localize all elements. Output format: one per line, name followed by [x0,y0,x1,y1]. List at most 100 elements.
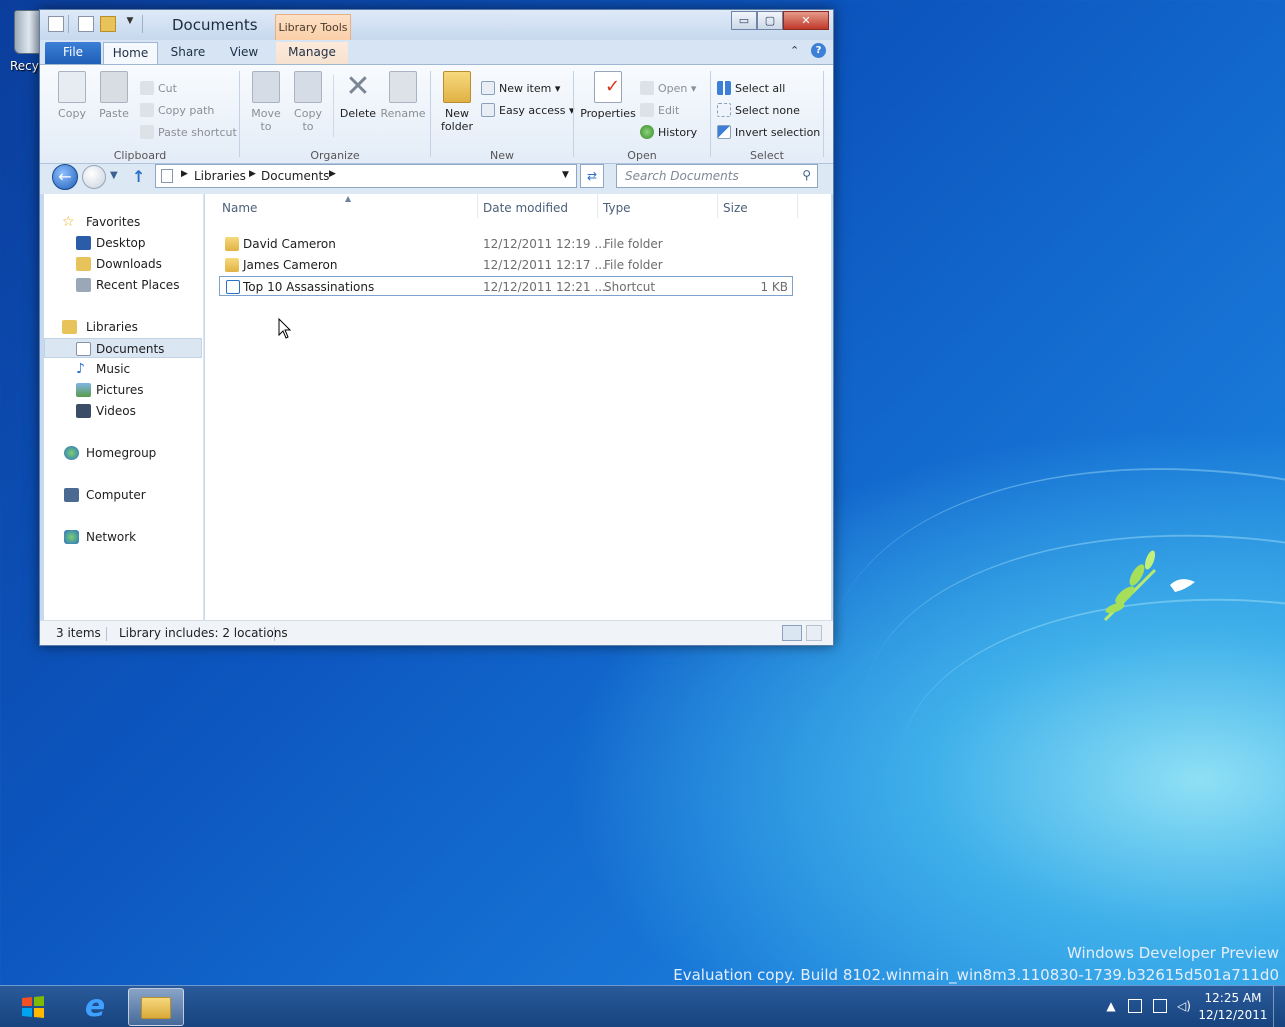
rename-button[interactable]: Rename [380,71,426,120]
customize-qat-icon[interactable]: ▼ [122,16,138,32]
open-icon [640,81,654,95]
paste-shortcut-label: Paste shortcut [158,126,237,139]
column-header-size[interactable]: Size [723,199,748,217]
new-folder-label: New folder [441,107,473,133]
tab-file[interactable]: File [45,42,101,64]
nav-desktop[interactable]: Desktop [44,233,202,253]
nav-computer[interactable]: Computer [44,485,202,505]
volume-icon[interactable]: ◁) [1177,999,1191,1013]
select-all-button[interactable]: Select all [717,80,785,98]
help-icon[interactable]: ? [811,43,826,58]
file-explorer-taskbar-button[interactable] [128,988,184,1026]
new-folder-qat-icon[interactable] [100,16,116,32]
edit-button[interactable]: Edit [640,102,679,120]
breadcrumb-libraries[interactable]: Libraries [194,169,246,183]
forward-button[interactable] [82,165,106,189]
ribbon-tabs: File Home Share View Manage ⌃ ? [40,40,833,64]
nav-favorites[interactable]: ☆ Favorites [44,212,202,232]
open-button[interactable]: Open ▾ [640,80,696,98]
documents-icon [76,342,91,356]
file-row[interactable]: David Cameron 12/12/2011 12:19 ... File … [219,234,793,254]
title-bar[interactable]: ▼ Documents Library Tools ▭ ▢ ✕ [40,10,833,40]
back-button[interactable]: ← [52,164,78,190]
delete-button[interactable]: ✕ Delete [338,71,378,121]
history-button[interactable]: History [640,124,697,142]
internet-explorer-taskbar-button[interactable]: e [72,988,120,1026]
nav-libraries[interactable]: Libraries [44,317,202,337]
minimize-button[interactable]: ▭ [731,11,757,30]
clipboard-group-label: Clipboard [113,149,167,162]
clock-date: 12/12/2011 [1198,1008,1268,1022]
action-center-flag-icon[interactable] [1128,999,1142,1013]
new-folder-button[interactable]: New folder [436,71,478,133]
nav-recent-places[interactable]: Recent Places [44,275,202,295]
tab-home[interactable]: Home [103,42,158,64]
file-row[interactable]: James Cameron 12/12/2011 12:17 ... File … [219,255,793,275]
file-explorer-icon [141,997,171,1019]
build-watermark: Windows Developer Preview Evaluation cop… [673,942,1279,986]
details-view-icon[interactable] [782,625,802,641]
easy-access-button[interactable]: Easy access ▾ [481,102,575,120]
nav-network[interactable]: Network [44,527,202,547]
nav-music[interactable]: ♪ Music [44,359,202,379]
nav-documents[interactable]: Documents [44,338,202,358]
start-button[interactable] [8,988,58,1026]
file-list: ▲ Name Date modified Type Size David Cam… [205,194,831,620]
up-arrow-icon[interactable]: ↑ [132,167,145,186]
nav-computer-label: Computer [86,488,146,502]
nav-pictures[interactable]: Pictures [44,380,202,400]
column-header-name[interactable]: Name [222,199,257,217]
minimize-ribbon-icon[interactable]: ⌃ [790,44,799,57]
nav-videos-label: Videos [96,404,136,418]
nav-favorites-label: Favorites [86,215,141,229]
copy-path-icon [140,103,154,117]
show-hidden-icons-icon[interactable]: ▲ [1104,999,1118,1013]
navigation-pane: ☆ Favorites Desktop Downloads Recent Plac… [44,194,204,620]
large-icons-view-icon[interactable] [806,625,822,641]
nav-homegroup[interactable]: Homegroup [44,443,202,463]
system-clock[interactable]: 12:25 AM 12/12/2011 [1198,990,1268,1024]
properties-qat-icon[interactable] [48,16,64,32]
libraries-icon [62,320,77,334]
new-item-qat-icon[interactable] [78,16,94,32]
tab-manage[interactable]: Manage [276,42,348,64]
network-icon [64,530,79,544]
network-tray-icon[interactable] [1153,999,1167,1013]
file-name: Top 10 Assassinations [243,280,375,294]
cut-button[interactable]: Cut [140,80,177,98]
address-bar[interactable]: ▶ Libraries ▶ Documents ▶ ▼ [155,164,577,188]
search-input[interactable]: Search Documents ⚲ [616,164,818,188]
column-header-type[interactable]: Type [603,199,631,217]
file-row[interactable]: Top 10 Assassinations 12/12/2011 12:21 .… [219,276,793,296]
windows-logo-icon [22,996,44,1018]
copy-to-button[interactable]: Copy to [288,71,328,133]
recent-locations-dropdown-icon[interactable]: ▼ [110,170,118,181]
refresh-button[interactable]: ⇄ [580,164,604,188]
copy-path-button[interactable]: Copy path [140,102,214,120]
copy-label: Copy [58,107,86,120]
new-item-button[interactable]: New item ▾ [481,80,560,98]
paste-shortcut-button[interactable]: Paste shortcut [140,124,237,142]
breadcrumb-chevron-icon[interactable]: ▶ [329,169,336,179]
maximize-button[interactable]: ▢ [757,11,783,30]
nav-desktop-label: Desktop [96,236,146,250]
tab-view[interactable]: View [220,42,268,64]
paste-button[interactable]: Paste [94,71,134,120]
tab-share[interactable]: Share [164,42,212,64]
show-desktop-button[interactable] [1273,986,1285,1027]
column-header-date[interactable]: Date modified [483,199,568,217]
address-dropdown-icon[interactable]: ▼ [562,170,569,180]
select-none-button[interactable]: Select none [717,102,800,120]
breadcrumb-chevron-icon[interactable]: ▶ [181,169,188,179]
invert-selection-button[interactable]: Invert selection [717,124,820,142]
close-button[interactable]: ✕ [783,11,829,30]
breadcrumb-documents[interactable]: Documents [261,169,329,183]
nav-downloads[interactable]: Downloads [44,254,202,274]
move-to-button[interactable]: Move to [246,71,286,133]
copy-button[interactable]: Copy [52,71,92,120]
watermark-title: Windows Developer Preview [1066,944,1279,962]
music-icon: ♪ [76,361,85,377]
properties-button[interactable]: ✓ Properties [580,71,636,120]
nav-videos[interactable]: Videos [44,401,202,421]
breadcrumb-chevron-icon[interactable]: ▶ [249,169,256,179]
